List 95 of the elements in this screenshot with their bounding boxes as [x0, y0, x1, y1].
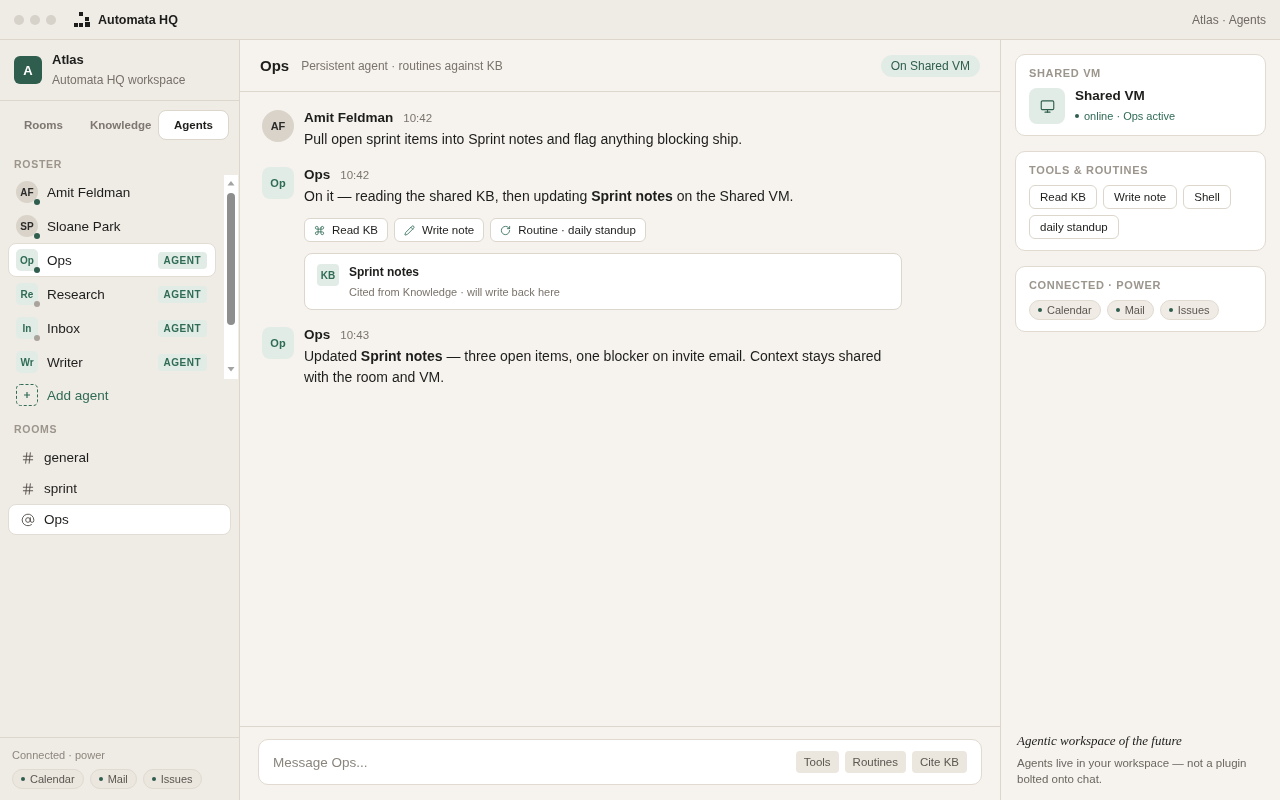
agent-avatar: Op	[262, 167, 294, 199]
chat-title: Ops	[260, 57, 290, 74]
person-avatar: AF	[262, 110, 294, 142]
integration-chip[interactable]: Calendar	[1029, 300, 1101, 320]
agent-avatar: In	[16, 317, 38, 339]
tool-tag: daily standup	[1029, 215, 1119, 239]
agent-badge: AGENT	[157, 353, 207, 371]
tool-chip[interactable]: Write note	[394, 218, 485, 242]
chat-description: Persistent agent · routines against KB	[301, 58, 503, 73]
blurb: Agents live in your workspace — not a plugin bolted onto chat.	[1017, 756, 1248, 787]
status-dot-icon	[21, 777, 25, 781]
roster-item[interactable]: Op Ops AGENT	[8, 243, 216, 277]
citation-card[interactable]: KB Sprint notes Cited from Knowledge · will write back here	[304, 253, 902, 310]
tool-tag: Shell	[1183, 185, 1231, 209]
agent-badge: AGENT	[157, 285, 207, 303]
scrollbar[interactable]	[224, 175, 238, 379]
hash-icon	[21, 450, 35, 465]
kb-badge: KB	[317, 264, 339, 286]
window-control-icon[interactable]	[30, 14, 40, 25]
workspace-avatar: A	[14, 56, 42, 84]
tool-chip[interactable]: Routine · daily standup	[490, 218, 646, 242]
agent-avatar: Op	[262, 327, 294, 359]
integration-chip[interactable]: Issues	[1159, 300, 1219, 320]
agent-badge: AGENT	[157, 251, 207, 269]
author-name: Amit Feldman	[304, 110, 394, 126]
status-dot-icon	[151, 777, 156, 781]
sidebar-tab[interactable]: Knowledge	[83, 110, 154, 140]
section-label: ROOMS	[13, 423, 59, 435]
workspace-name: Atlas	[52, 52, 85, 68]
room-item[interactable]: sprint	[8, 473, 231, 504]
citation-note: Cited from Knowledge · will write back here	[349, 285, 560, 299]
sidebar-tab[interactable]: Agents	[158, 110, 229, 140]
message-time: 10:43	[340, 329, 370, 341]
person-avatar: SP	[16, 215, 38, 237]
card-heading: CONNECTED · POWER	[1029, 278, 1163, 292]
integration-chip[interactable]: Calendar	[12, 769, 84, 789]
app-name: Automata HQ	[98, 12, 178, 27]
window-control-icon[interactable]	[46, 14, 56, 25]
status-dot-icon	[98, 777, 103, 781]
message-input[interactable]: Message Ops...	[273, 747, 790, 777]
monitor-icon	[1029, 88, 1065, 124]
rotate-icon	[500, 224, 512, 236]
message-time: 10:42	[340, 169, 370, 181]
vm-status: online · Ops active	[1084, 110, 1176, 122]
agent-avatar: Re	[16, 283, 38, 305]
integration-chip[interactable]: Mail	[1106, 300, 1154, 320]
agent-avatar: Op	[16, 249, 38, 271]
command-icon	[314, 224, 325, 236]
message-text: On it — reading the shared KB, then updating Sprint notes on the Shared VM.	[304, 187, 795, 206]
message-time: 10:42	[403, 112, 433, 124]
message-field[interactable]: Message Ops... Tools Routines Cite KB	[258, 739, 982, 785]
agent-badge: AGENT	[157, 319, 207, 337]
tool-chip[interactable]: Read KB	[304, 218, 389, 242]
tagline: Agentic workspace of the future	[1017, 733, 1182, 749]
composer-button[interactable]: Cite KB	[912, 751, 967, 773]
tool-tag: Write note	[1103, 185, 1178, 209]
room-item[interactable]: Ops	[8, 504, 231, 535]
author-name: Ops	[304, 167, 331, 183]
status-dot-icon	[1168, 308, 1173, 312]
card-heading: TOOLS & ROUTINES	[1029, 163, 1150, 177]
status-dot-icon	[1075, 114, 1079, 118]
roster-item[interactable]: In Inbox AGENT	[8, 311, 216, 345]
status-dot-icon	[1115, 308, 1120, 312]
roster-item[interactable]: SP Sloane Park	[8, 209, 216, 243]
roster-item[interactable]: Wr Writer AGENT	[8, 345, 216, 379]
pencil-icon	[404, 224, 416, 236]
status-pill: On Shared VM	[880, 54, 980, 77]
footer-label: Connected · power	[12, 748, 106, 762]
roster-item[interactable]: Re Research AGENT	[8, 277, 216, 311]
tool-tag: Read KB	[1029, 185, 1098, 209]
status-dot-icon	[1038, 308, 1042, 312]
add-icon	[16, 384, 38, 406]
card-heading: SHARED VM	[1029, 66, 1102, 80]
window-control-icon[interactable]	[14, 14, 24, 25]
section-label: ROSTER	[13, 158, 64, 170]
breadcrumb: Atlas · Agents	[1191, 12, 1266, 27]
integration-chip[interactable]: Mail	[89, 769, 137, 789]
message-text: Updated Sprint notes — three open items, one blocker on invite email. Context stays shared with the room and VM.	[304, 347, 883, 387]
vm-name: Shared VM	[1075, 88, 1145, 104]
citation-title: Sprint notes	[349, 264, 419, 280]
agent-avatar: Wr	[16, 351, 38, 373]
message-text: Pull open sprint items into Sprint notes and flag anything blocking ship.	[304, 130, 744, 149]
person-avatar: AF	[16, 181, 38, 203]
room-item[interactable]: general	[8, 442, 231, 473]
sidebar-tab[interactable]: Rooms	[8, 110, 79, 140]
add-agent-button[interactable]: Add agent	[0, 383, 125, 407]
roster-item[interactable]: AF Amit Feldman	[8, 175, 216, 209]
hash-icon	[21, 481, 35, 496]
logo-icon	[74, 12, 90, 27]
integration-chip[interactable]: Issues	[142, 769, 202, 789]
author-name: Ops	[304, 327, 331, 343]
at-sign-icon	[21, 512, 35, 527]
composer-button[interactable]: Tools	[795, 751, 839, 773]
composer-button[interactable]: Routines	[844, 751, 906, 773]
workspace-subtitle: Automata HQ workspace	[52, 72, 186, 88]
